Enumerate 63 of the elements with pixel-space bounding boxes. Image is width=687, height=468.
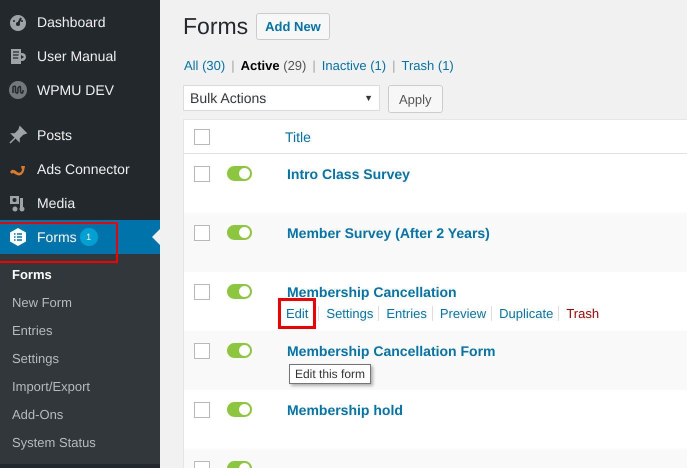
add-new-button[interactable]: Add New	[256, 13, 330, 40]
column-header[interactable]: Title	[285, 128, 311, 144]
sidebar-item-label: Ads Connector	[37, 161, 130, 177]
sidebar-item[interactable]: Dashboard	[0, 5, 160, 39]
current-arrow-icon	[152, 229, 160, 245]
select-all-checkbox[interactable]	[194, 128, 210, 144]
gauge-icon	[8, 12, 28, 32]
submenu-item[interactable]: New Form	[0, 289, 160, 317]
sidebar-item-label: Media	[37, 195, 76, 211]
submenu-item[interactable]: Settings	[0, 345, 160, 373]
filter-link[interactable]: Trash (1)	[401, 58, 454, 73]
row-action-link[interactable]: Settings	[318, 306, 378, 321]
row-action-link[interactable]: Duplicate	[491, 306, 558, 321]
forms-icon	[8, 227, 28, 247]
row-checkbox[interactable]	[194, 166, 210, 182]
form-title-link[interactable]: Membership Cancellation	[287, 284, 604, 300]
bulk-actions-select[interactable]: Bulk Actions ▼	[183, 85, 380, 111]
sidebar-item-label: User Manual	[37, 48, 116, 64]
row-checkbox[interactable]	[194, 343, 210, 359]
filter-link[interactable]: Inactive (1)	[322, 58, 386, 73]
submenu-item[interactable]: System Status	[0, 429, 160, 457]
row-checkbox[interactable]	[194, 225, 210, 241]
toggle-switch[interactable]	[227, 166, 252, 181]
submenu-item[interactable]: Add-Ons	[0, 401, 160, 429]
submenu-item[interactable]: Import/Export	[0, 373, 160, 401]
wpmu-icon	[8, 80, 28, 100]
sidebar-item[interactable]: Media	[0, 186, 160, 220]
page-title: Forms	[183, 13, 248, 40]
sidebar-item-label: Posts	[37, 127, 72, 143]
row-action-link[interactable]: Edit	[278, 298, 316, 329]
pin-icon	[8, 125, 28, 145]
count-badge: 1	[80, 228, 98, 246]
row-checkbox[interactable]	[194, 284, 210, 300]
submenu-item[interactable]: Entries	[0, 317, 160, 345]
sidebar-item[interactable]: Ads Connector	[0, 152, 160, 186]
toggle-switch[interactable]	[227, 225, 252, 240]
form-title-link[interactable]: Intro Class Survey	[287, 166, 410, 182]
separator: |	[231, 58, 235, 73]
row-action-link[interactable]: Trash	[558, 306, 604, 321]
sidebar-item[interactable]: WPMU DEV	[0, 73, 160, 107]
toggle-switch[interactable]	[227, 402, 252, 417]
tooltip: Edit this form	[289, 364, 372, 384]
submenu-item[interactable]: Forms	[0, 261, 160, 289]
sidebar-item[interactable]: Posts	[0, 118, 160, 152]
row-action-link[interactable]: Entries	[378, 306, 432, 321]
book-icon	[8, 46, 28, 66]
sidebar-item-label: WPMU DEV	[37, 82, 114, 98]
caret-icon: ▼	[364, 93, 373, 103]
row-action-link[interactable]: Preview	[432, 306, 492, 321]
apply-button[interactable]: Apply	[388, 85, 443, 113]
separator: |	[312, 58, 316, 73]
form-title-link[interactable]: Member Survey (After 2 Years)	[287, 225, 490, 241]
toggle-switch[interactable]	[227, 343, 252, 358]
sidebar-item-label: Forms	[37, 229, 77, 245]
row-checkbox[interactable]	[194, 402, 210, 418]
form-title-link[interactable]: Membership Cancellation Form	[287, 343, 496, 359]
separator: |	[392, 58, 396, 73]
form-title-link[interactable]: Membership hold	[287, 402, 403, 418]
sidebar-item[interactable]: User Manual	[0, 39, 160, 73]
sidebar-item-label: Dashboard	[37, 14, 106, 30]
filter-link[interactable]: All (30)	[184, 58, 226, 73]
toggle-switch[interactable]	[227, 284, 252, 299]
filter-link[interactable]: Active (29)	[240, 58, 306, 73]
